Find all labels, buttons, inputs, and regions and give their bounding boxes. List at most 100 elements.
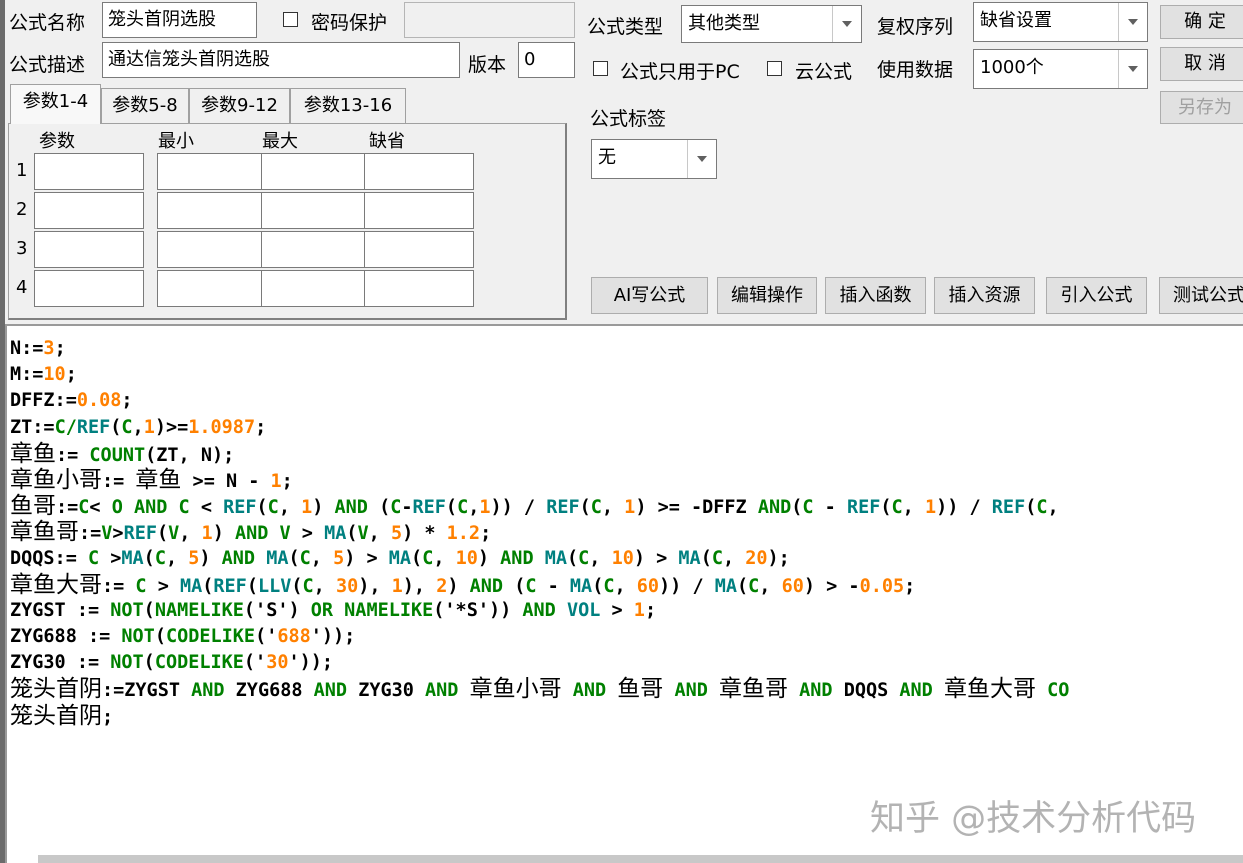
code-token: ( [700,547,712,569]
param-max-cell[interactable] [261,153,371,190]
code-token: V [357,523,369,545]
code-token: ( [367,497,391,519]
code-token: C [267,497,279,519]
code-token: 笼头首阴 [10,702,102,729]
code-token: ( [291,575,303,597]
param-name-cell[interactable] [34,153,144,190]
code-token: ('S') [243,599,311,621]
param-header-min: 最小 [158,131,194,152]
code-token: MA [266,547,289,569]
param-min-cell[interactable] [157,192,267,229]
code-token: ), [358,575,392,597]
param-max-cell[interactable] [261,270,371,307]
code-token: ')); [310,626,356,648]
insert-function-button[interactable]: 插入函数 [825,277,926,314]
ai-write-button[interactable]: AI写公式 [591,277,708,314]
code-token: , [759,575,782,597]
code-token: REF [412,497,446,519]
formula-type-select[interactable]: 其他类型 [681,5,862,43]
param-default-cell[interactable] [364,153,474,190]
param-min-cell[interactable] [157,153,267,190]
pc-only-checkbox[interactable] [593,61,608,76]
code-area[interactable]: N:=3; M:=10; DFFZ:=0.08; ZT:=C/REF(C,1)>=1.… [10,336,1069,729]
code-token: := [102,575,136,597]
param-name-cell[interactable] [34,231,144,268]
code-token: 5 [333,547,345,569]
code-token: C [390,497,402,519]
tab-params-13-16[interactable]: 参数13-16 [290,88,406,123]
save-as-button[interactable]: 另存为 [1160,91,1243,124]
code-token: C [590,497,602,519]
test-formula-button[interactable]: 测试公式 [1159,277,1243,314]
data-count-select[interactable]: 1000个 [973,49,1148,89]
code-token: 5 [390,523,403,545]
formula-desc-input[interactable]: 通达信笼头首阴选股 [102,42,460,78]
chevron-down-icon[interactable] [832,6,861,42]
password-input[interactable] [404,2,575,38]
code-token: C [299,547,311,569]
code-token: ZYG688 := [10,626,122,648]
code-token: ); [767,547,790,569]
code-token: C [178,497,190,519]
tag-select[interactable]: 无 [591,139,717,179]
formula-name-input[interactable]: 笼头首阴选股 [102,2,257,38]
param-default-cell[interactable] [364,231,474,268]
chevron-down-icon[interactable] [687,140,716,178]
param-default-cell[interactable] [364,192,474,229]
param-name-cell[interactable] [34,192,144,229]
code-token: ; [121,390,133,412]
param-min-cell[interactable] [157,231,267,268]
code-token: 0.08 [76,390,122,412]
code-token: (' [255,626,278,648]
code-token: ) [447,575,470,597]
param-max-cell[interactable] [261,231,371,268]
chevron-down-icon[interactable] [1118,3,1147,41]
code-token: CODELIKE [165,626,256,648]
code-token: NAMELIKE [154,599,244,621]
param-min-cell[interactable] [157,270,267,307]
code-token: N:= [10,338,44,359]
code-token: 1 [301,497,313,519]
edit-ops-button[interactable]: 编辑操作 [717,277,817,314]
param-name-cell[interactable] [34,270,144,307]
code-token: - [813,497,847,519]
insert-resource-button[interactable]: 插入资源 [934,277,1035,314]
code-token: 1 [633,599,645,621]
param-max-cell[interactable] [261,192,371,229]
code-token: AND [334,497,368,519]
cancel-button[interactable]: 取 消 [1160,47,1243,81]
code-token: AND [522,599,556,621]
tab-params-9-12[interactable]: 参数9-12 [189,88,290,123]
ok-button[interactable]: 确 定 [1160,5,1243,39]
tab-params-1-4[interactable]: 参数1-4 [10,84,101,124]
code-token: , [310,547,334,569]
code-line: 章鱼哥:=V>REF(V, 1) AND V > MA(V, 5) * 1.2; [10,519,1069,545]
code-line: ZT:=C/REF(C,1)>=1.0987; [10,415,1069,441]
param-default-cell[interactable] [364,270,474,307]
version-input[interactable]: 0 [518,42,575,78]
horizontal-scrollbar[interactable] [38,855,1243,863]
param-row-number: 1 [16,160,28,181]
code-token: > [112,523,124,545]
param-header-max: 最大 [262,131,298,152]
cloud-checkbox[interactable] [767,61,782,76]
code-token: ('*S')) [433,599,523,621]
restore-order-select[interactable]: 缺省设置 [973,2,1148,42]
chevron-down-icon[interactable] [1118,50,1147,88]
code-token: C [802,497,814,519]
code-line: 章鱼:= COUNT(ZT, N); [10,441,1069,467]
code-token: - [536,575,570,597]
code-token: C [422,547,434,569]
formula-editor[interactable]: N:=3; M:=10; DFFZ:=0.08; ZT:=C/REF(C,1)>=1.… [5,324,1243,863]
import-formula-button[interactable]: 引入公式 [1046,277,1147,314]
password-checkbox[interactable] [283,12,298,27]
code-token: ( [202,575,214,597]
code-token: )) / [659,575,715,597]
code-token: 60 [781,575,804,597]
code-token: ; [102,706,114,728]
tab-params-5-8[interactable]: 参数5-8 [101,88,189,123]
code-token: ( [1025,497,1037,519]
